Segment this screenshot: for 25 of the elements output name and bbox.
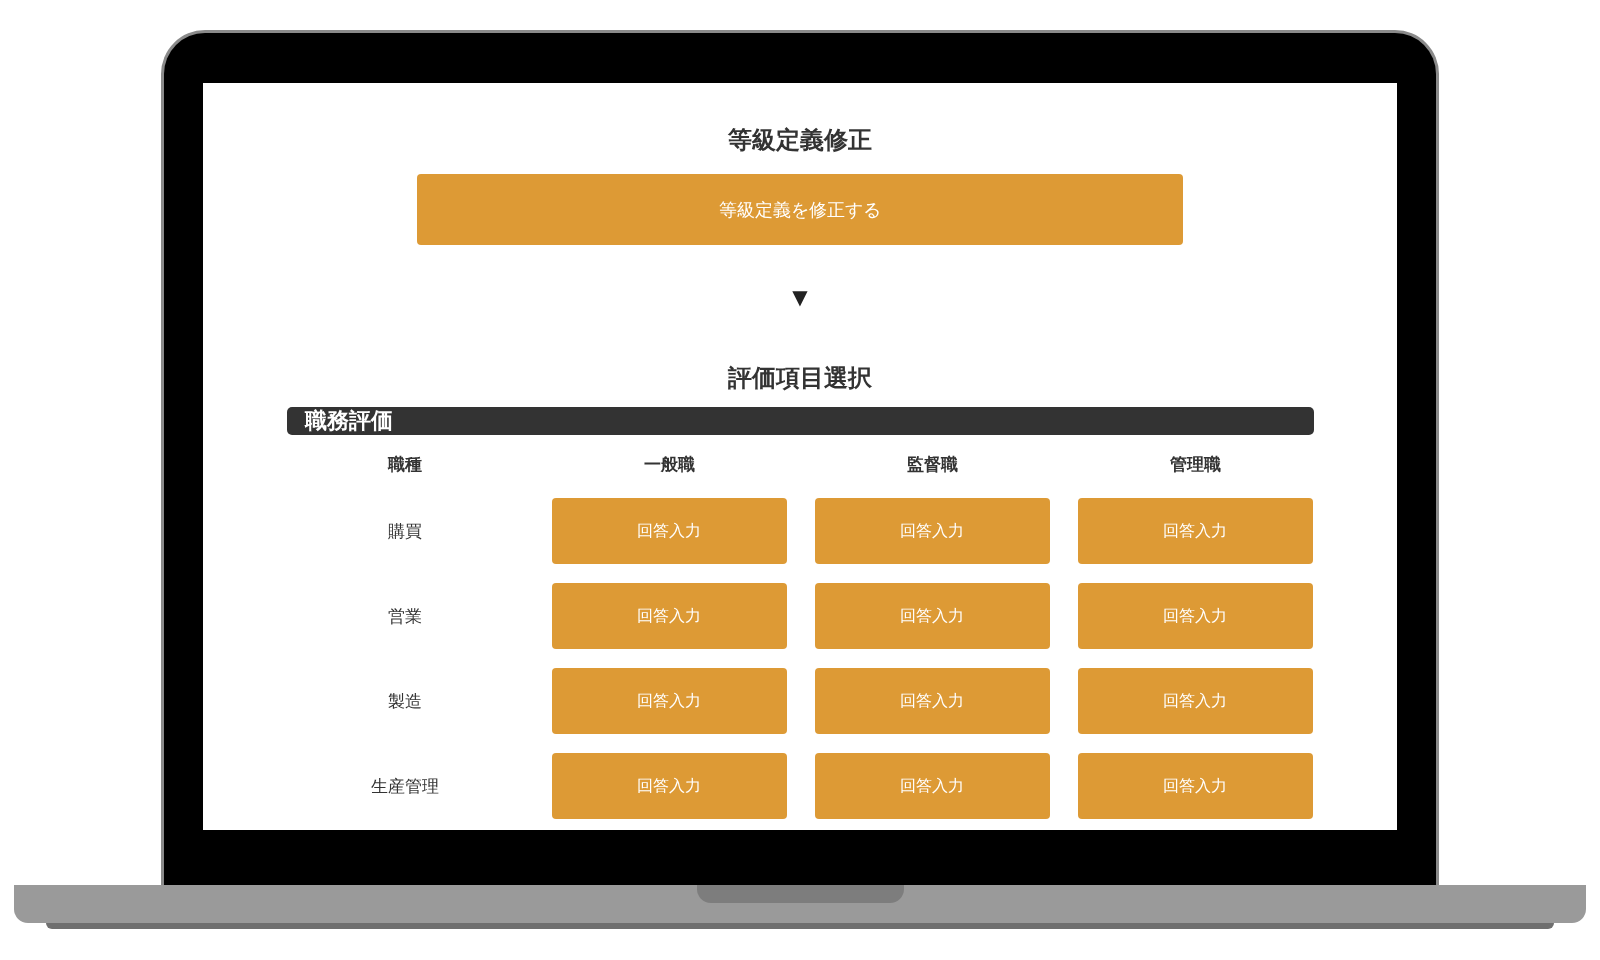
answer-button[interactable]: 回答入力	[814, 668, 1050, 734]
row-label: 生産管理	[371, 774, 439, 798]
answer-button[interactable]: 回答入力	[1077, 583, 1313, 649]
answer-button[interactable]: 回答入力	[551, 668, 787, 734]
section-title: 評価項目選択	[727, 363, 873, 393]
answer-button[interactable]: 回答入力	[1077, 498, 1313, 564]
category-bar: 職務評価	[286, 407, 1314, 435]
answer-button[interactable]: 回答入力	[1077, 753, 1313, 819]
column-header: 職種	[388, 453, 422, 476]
row-label: 製造	[388, 689, 422, 713]
answer-button[interactable]: 回答入力	[551, 753, 787, 819]
column-header: 監督職	[906, 453, 958, 476]
answer-button[interactable]: 回答入力	[814, 583, 1050, 649]
down-arrow: ▼	[792, 285, 808, 309]
answer-button[interactable]: 回答入力	[551, 583, 787, 649]
column-header: 一般職	[643, 453, 695, 476]
answer-button[interactable]: 回答入力	[814, 753, 1050, 819]
row-label: 営業	[388, 604, 422, 628]
answer-button[interactable]: 回答入力	[551, 498, 787, 564]
row-label: 購買	[388, 519, 422, 543]
page-title: 等級定義修正	[727, 125, 873, 155]
modify-button[interactable]: 等級定義を修正する	[417, 174, 1183, 245]
answer-button[interactable]: 回答入力	[814, 498, 1050, 564]
column-header: 管理職	[1169, 453, 1221, 476]
answer-button[interactable]: 回答入力	[1077, 668, 1313, 734]
